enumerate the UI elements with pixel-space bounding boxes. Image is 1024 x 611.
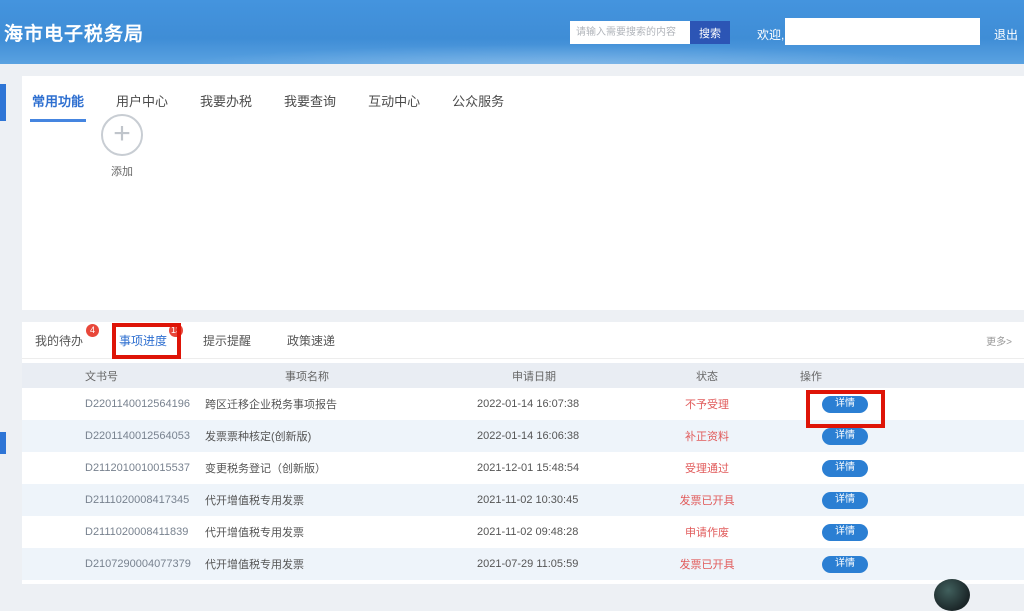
- table-row: D2201140012564196跨区迁移企业税务事项报告2022-01-14 …: [22, 388, 1024, 420]
- status-text: 补正资料: [622, 420, 792, 452]
- detail-button[interactable]: 详情: [822, 396, 868, 413]
- column-action: 操作: [792, 363, 1024, 388]
- tab-inquiry[interactable]: 我要查询: [282, 91, 338, 122]
- doc-number: D2201140012564196: [85, 388, 205, 420]
- apply-date: 2022-01-14 16:07:38: [477, 388, 622, 420]
- bottom-floating-object: [934, 579, 970, 611]
- column-item-name: 事项名称: [205, 363, 477, 388]
- status-text: 发票已开具: [622, 548, 792, 580]
- logout-button[interactable]: 退出: [994, 26, 1018, 43]
- column-apply-date: 申请日期: [477, 363, 622, 388]
- item-name: 跨区迁移企业税务事项报告: [205, 388, 477, 420]
- progress-panel-card: 我的待办 4 事项进度 13 提示提醒 政策速递 更多> 文书号 事项名称 申请…: [22, 322, 1024, 584]
- item-name: 代开增值税专用发票: [205, 548, 477, 580]
- action-cell: 详情: [792, 548, 1024, 580]
- username-box: [785, 18, 980, 45]
- column-doc-number: 文书号: [85, 363, 205, 388]
- tab-reminders-label: 提示提醒: [203, 334, 251, 348]
- panel-tabs: 我的待办 4 事项进度 13 提示提醒 政策速递 更多>: [22, 322, 1024, 359]
- apply-date: 2021-11-02 10:30:45: [477, 484, 622, 516]
- item-name: 发票票种核定(创新版): [205, 420, 477, 452]
- header-search: 搜索: [570, 21, 730, 44]
- detail-button[interactable]: 详情: [822, 524, 868, 541]
- table-row: D2111020008411839代开增值税专用发票2021-11-02 09:…: [22, 516, 1024, 548]
- main-nav-tabs: 常用功能 用户中心 我要办税 我要查询 互动中心 公众服务: [22, 76, 1024, 122]
- tab-public-service[interactable]: 公众服务: [450, 91, 506, 122]
- side-handle-bottom[interactable]: [0, 432, 6, 454]
- apply-date: 2021-07-29 11:05:59: [477, 548, 622, 580]
- action-cell: 详情: [792, 516, 1024, 548]
- tab-policy-express-label: 政策速递: [287, 334, 335, 348]
- apply-date: 2021-11-02 09:48:28: [477, 516, 622, 548]
- main-nav-card: 常用功能 用户中心 我要办税 我要查询 互动中心 公众服务 + 添加: [22, 76, 1024, 310]
- action-cell: 详情: [792, 388, 1024, 420]
- action-cell: 详情: [792, 420, 1024, 452]
- todo-count-badge: 4: [86, 324, 99, 337]
- apply-date: 2022-01-14 16:06:38: [477, 420, 622, 452]
- site-title: 海市电子税务局: [4, 19, 144, 46]
- tab-item-progress-label: 事项进度: [119, 334, 167, 348]
- progress-count-badge: 13: [169, 324, 183, 337]
- status-text: 发票已开具: [622, 484, 792, 516]
- add-shortcut-tile[interactable]: + 添加: [78, 114, 166, 179]
- detail-button[interactable]: 详情: [822, 556, 868, 573]
- tab-my-todo[interactable]: 我的待办 4: [35, 332, 95, 349]
- detail-button[interactable]: 详情: [822, 460, 868, 477]
- doc-number: D2111020008417345: [85, 484, 205, 516]
- more-link[interactable]: 更多>: [986, 333, 1024, 348]
- welcome-label: 欢迎,: [757, 26, 784, 43]
- top-header: 海市电子税务局 搜索 欢迎, 退出: [0, 0, 1024, 64]
- doc-number: D2111020008411839: [85, 516, 205, 548]
- tab-policy-express[interactable]: 政策速递: [287, 332, 347, 349]
- table-header: 文书号 事项名称 申请日期 状态 操作: [22, 363, 1024, 388]
- detail-button[interactable]: 详情: [822, 492, 868, 509]
- status-text: 申请作废: [622, 516, 792, 548]
- side-handle-top[interactable]: [0, 84, 6, 121]
- column-status: 状态: [622, 363, 792, 388]
- status-text: 受理通过: [622, 452, 792, 484]
- tab-tax-handling[interactable]: 我要办税: [198, 91, 254, 122]
- doc-number: D2201140012564053: [85, 420, 205, 452]
- item-name: 代开增值税专用发票: [205, 484, 477, 516]
- add-label: 添加: [78, 163, 166, 179]
- status-text: 不予受理: [622, 388, 792, 420]
- table-row: D2201140012564053发票票种核定(创新版)2022-01-14 1…: [22, 420, 1024, 452]
- item-name: 变更税务登记（创新版）: [205, 452, 477, 484]
- search-input[interactable]: [570, 21, 690, 44]
- tab-reminders[interactable]: 提示提醒: [203, 332, 263, 349]
- search-button[interactable]: 搜索: [690, 21, 730, 44]
- table-row: D2111020008417345代开增值税专用发票2021-11-02 10:…: [22, 484, 1024, 516]
- doc-number: D2112010010015537: [85, 452, 205, 484]
- table-body: D2201140012564196跨区迁移企业税务事项报告2022-01-14 …: [22, 388, 1024, 580]
- add-icon: +: [101, 114, 143, 156]
- action-cell: 详情: [792, 452, 1024, 484]
- tab-interaction-center[interactable]: 互动中心: [366, 91, 422, 122]
- tab-item-progress[interactable]: 事项进度 13: [119, 332, 179, 349]
- doc-number: D2107290004077379: [85, 548, 205, 580]
- item-name: 代开增值税专用发票: [205, 516, 477, 548]
- table-row: D2112010010015537变更税务登记（创新版）2021-12-01 1…: [22, 452, 1024, 484]
- detail-button[interactable]: 详情: [822, 428, 868, 445]
- table-row: D2107290004077379代开增值税专用发票2021-07-29 11:…: [22, 548, 1024, 580]
- apply-date: 2021-12-01 15:48:54: [477, 452, 622, 484]
- tab-my-todo-label: 我的待办: [35, 334, 83, 348]
- action-cell: 详情: [792, 484, 1024, 516]
